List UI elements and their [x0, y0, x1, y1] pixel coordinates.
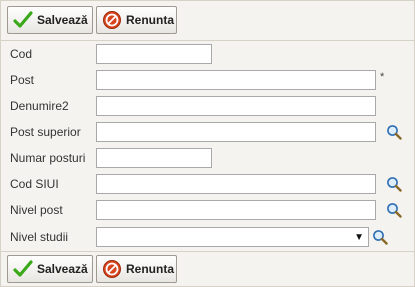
numar-posturi-label: Numar posturi: [10, 151, 86, 165]
cod-input[interactable]: [96, 44, 212, 64]
cod-siui-input[interactable]: [96, 174, 376, 194]
save-button-label: Salvează: [37, 13, 88, 27]
post-superior-label: Post superior: [10, 125, 81, 139]
divider: [1, 251, 414, 252]
post-superior-input[interactable]: [96, 122, 376, 142]
nivel-post-input[interactable]: [96, 200, 376, 220]
bottom-toolbar: Salvează Renunta: [1, 254, 414, 286]
field-row-nivel-studii: Nivel studii ▼: [1, 227, 414, 247]
cancel-button-label: Renunta: [126, 13, 174, 27]
save-button-label: Salvează: [37, 262, 88, 276]
magnifier-icon[interactable]: [386, 124, 402, 140]
field-row-cod: Cod: [1, 44, 414, 64]
cancel-icon: [102, 259, 122, 279]
nivel-studii-label: Nivel studii: [10, 230, 69, 244]
field-row-numar-posturi: Numar posturi: [1, 148, 414, 168]
form-panel: Salvează Renunta Cod Post * Denumire2 Po…: [0, 0, 415, 287]
magnifier-icon[interactable]: [372, 229, 388, 245]
checkmark-icon: [13, 259, 33, 279]
numar-posturi-input[interactable]: [96, 148, 212, 168]
cancel-button[interactable]: Renunta: [96, 6, 177, 34]
denumire2-input[interactable]: [96, 96, 376, 116]
post-input[interactable]: [96, 70, 376, 90]
divider: [1, 40, 414, 41]
denumire2-label: Denumire2: [10, 99, 69, 113]
cancel-button[interactable]: Renunta: [96, 255, 177, 283]
magnifier-icon[interactable]: [386, 176, 402, 192]
nivel-studii-select[interactable]: ▼: [96, 227, 369, 247]
nivel-post-label: Nivel post: [10, 203, 63, 217]
field-row-post: Post *: [1, 70, 414, 90]
field-row-nivel-post: Nivel post: [1, 200, 414, 220]
save-button[interactable]: Salvează: [7, 255, 93, 283]
field-row-post-superior: Post superior: [1, 122, 414, 142]
field-row-denumire2: Denumire2: [1, 96, 414, 116]
cancel-icon: [102, 10, 122, 30]
magnifier-icon[interactable]: [386, 202, 402, 218]
field-row-cod-siui: Cod SIUI: [1, 174, 414, 194]
checkmark-icon: [13, 10, 33, 30]
dropdown-arrow-icon: ▼: [354, 232, 364, 243]
cancel-button-label: Renunta: [126, 262, 174, 276]
top-toolbar: Salvează Renunta: [1, 5, 414, 37]
post-label: Post: [10, 73, 35, 87]
save-button[interactable]: Salvează: [7, 6, 93, 34]
cod-label: Cod: [10, 47, 33, 61]
required-marker: *: [380, 71, 385, 83]
cod-siui-label: Cod SIUI: [10, 177, 59, 191]
